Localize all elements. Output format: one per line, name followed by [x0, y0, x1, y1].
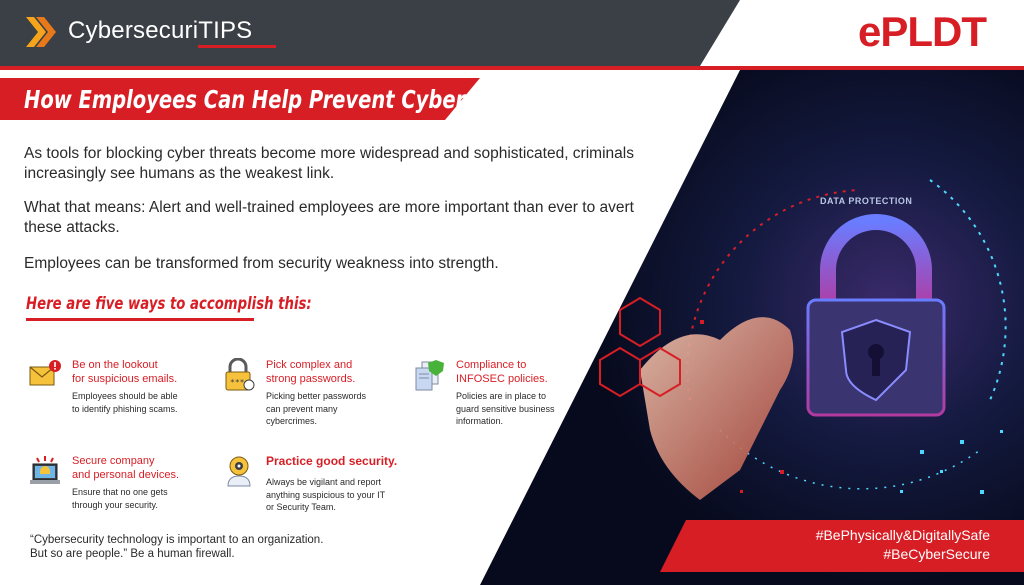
double-chevron-right-icon	[26, 17, 56, 47]
brand-underline	[198, 45, 276, 48]
tip-title: Secure company and personal devices.	[72, 455, 180, 481]
svg-text:***: ***	[230, 378, 245, 387]
page-heading: How Employees Can Help Prevent Cyber Att…	[24, 85, 554, 114]
security-person-icon	[227, 456, 251, 487]
tip-title: Practice good security.	[266, 454, 398, 468]
envelope-alert-icon	[29, 360, 61, 386]
top-header: CybersecuriTIPS ePLDT	[0, 0, 1024, 66]
intro-paragraph-1: As tools for blocking cyber threats beco…	[24, 145, 634, 182]
tip-description: Picking better passwords can prevent man…	[266, 391, 367, 426]
intro-paragraph-2: What that means: Alert and well-trained …	[24, 199, 634, 236]
brand-title: CybersecuriTIPS	[68, 17, 253, 44]
ways-underline	[26, 318, 254, 321]
ways-title: Here are five ways to accomplish this:	[26, 294, 312, 314]
tip-title: Compliance to INFOSEC policies.	[456, 359, 548, 385]
tip-title: Be on the lookout for suspicious emails.	[72, 359, 178, 385]
tip-description: Employees should be able to identify phi…	[72, 391, 178, 414]
hashtag-1: #BePhysically&DigitallySafe	[815, 527, 990, 543]
laptop-alarm-icon	[30, 456, 60, 484]
tip-description: Always be vigilant and report anything s…	[266, 477, 386, 512]
intro-paragraph-3: Employees can be transformed from securi…	[24, 255, 499, 272]
tip-title: Pick complex and strong passwords.	[266, 359, 356, 385]
header-red-divider	[0, 66, 1024, 70]
hashtag-2: #BeCyberSecure	[883, 546, 990, 562]
tip-description: Policies are in place to guard sensitive…	[456, 391, 555, 426]
tip-description: Ensure that no one gets through your sec…	[72, 487, 168, 510]
epldt-logo: ePLDT	[857, 8, 987, 55]
hero-label: DATA PROTECTION	[820, 196, 912, 206]
document-shield-icon	[415, 360, 444, 391]
closing-quote: “Cybersecurity technology is important t…	[30, 534, 324, 560]
padlock-icon: ***	[225, 358, 255, 391]
